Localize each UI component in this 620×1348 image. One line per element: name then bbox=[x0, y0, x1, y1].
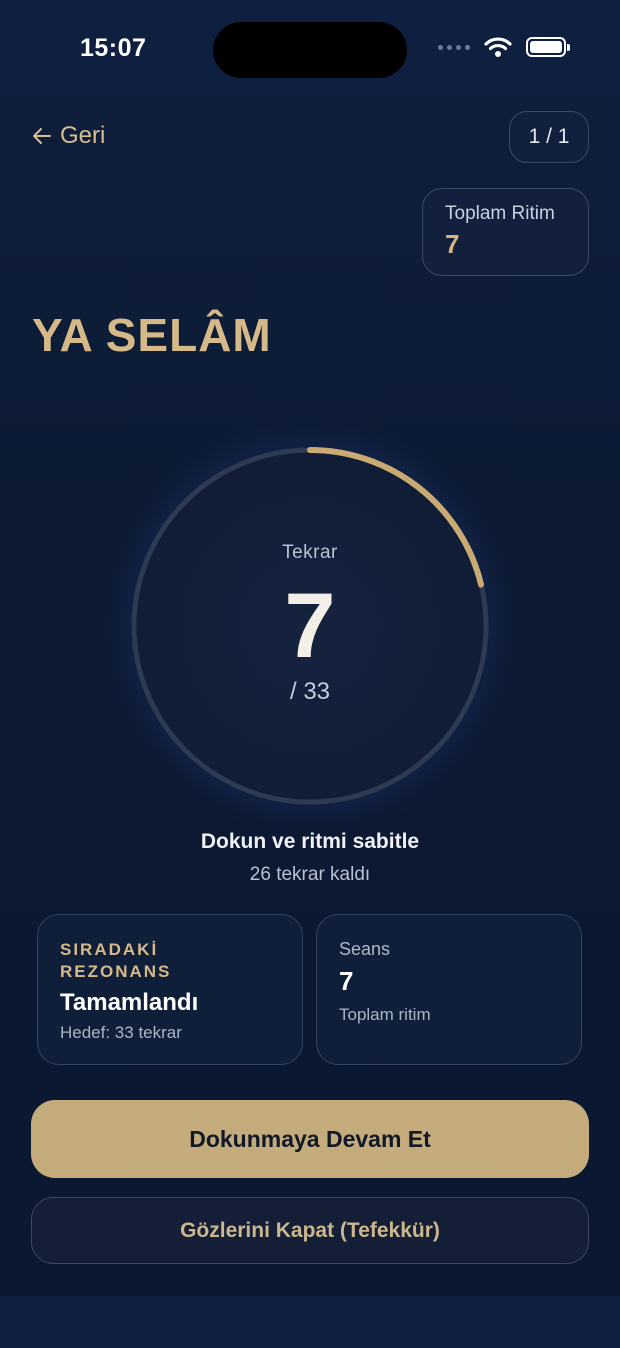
session-caption: Toplam ritim bbox=[339, 1005, 431, 1024]
counter-ring[interactable]: Tekrar 7 / 33 bbox=[90, 406, 530, 846]
counter-target: / 33 bbox=[289, 678, 331, 705]
next-resonance-target: Hedef: 33 tekrar bbox=[60, 1023, 182, 1042]
total-rhythm-card: Toplam Ritim 7 bbox=[422, 188, 589, 276]
session-card: Seans 7 Toplam ritim bbox=[316, 914, 582, 1065]
session-value: 7 bbox=[339, 966, 354, 996]
battery-icon bbox=[526, 37, 570, 57]
back-button[interactable]: Geri bbox=[32, 122, 105, 150]
total-rhythm-value: 7 bbox=[445, 229, 460, 259]
home-indicator-area bbox=[0, 1296, 620, 1348]
status-time: 15:07 bbox=[80, 34, 147, 62]
total-rhythm-label: Toplam Ritim bbox=[445, 203, 555, 224]
wifi-icon bbox=[484, 37, 512, 57]
session-label: Seans bbox=[339, 939, 391, 959]
signal-dots-icon bbox=[438, 44, 470, 50]
status-icons bbox=[438, 36, 570, 58]
screen: 15:07 Geri 1 / 1 Toplam Ritim 7 YA SELÂM bbox=[0, 0, 620, 1348]
next-resonance-eyebrow: SIRADAKİ REZONANS bbox=[60, 940, 172, 981]
counter-value: 7 bbox=[284, 575, 336, 677]
instruction-text: Dokun ve ritmi sabitle bbox=[200, 830, 420, 853]
dynamic-island bbox=[213, 22, 407, 78]
remaining-text: 26 tekrar kaldı bbox=[249, 864, 371, 885]
page-indicator: 1 / 1 bbox=[509, 111, 589, 163]
continue-tapping-button[interactable]: Dokunmaya Devam Et bbox=[31, 1100, 589, 1178]
page-title: YA SELÂM bbox=[32, 309, 272, 361]
status-bar: 15:07 bbox=[0, 0, 620, 96]
arrow-left-icon bbox=[33, 128, 51, 144]
next-resonance-status: Tamamlandı bbox=[60, 989, 199, 1016]
close-eyes-button[interactable]: Gözlerini Kapat (Tefekkür) bbox=[31, 1197, 589, 1264]
next-resonance-card: SIRADAKİ REZONANS Tamamlandı Hedef: 33 t… bbox=[37, 914, 303, 1065]
back-label: Geri bbox=[60, 122, 106, 149]
counter-label: Tekrar bbox=[282, 542, 338, 563]
